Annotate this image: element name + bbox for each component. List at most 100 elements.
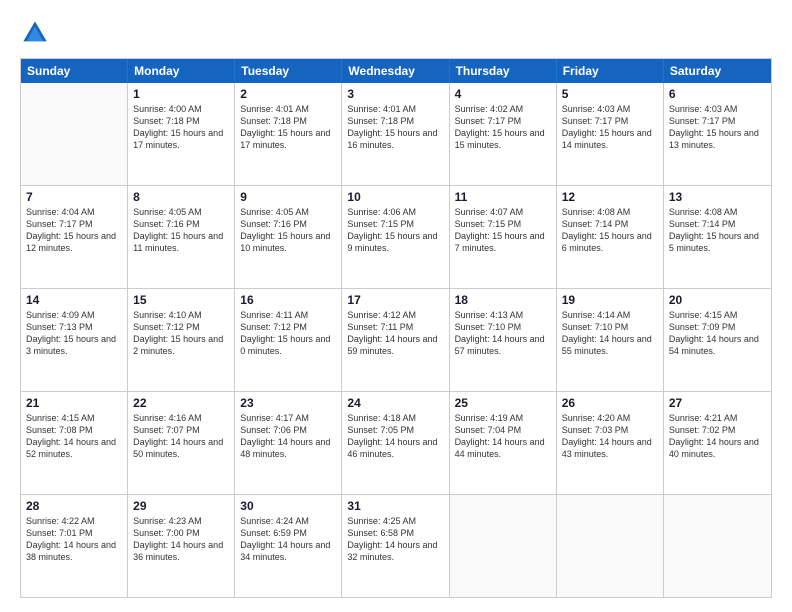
day-header-sunday: Sunday <box>21 59 128 83</box>
week-row-1: 1 Sunrise: 4:00 AM Sunset: 7:18 PM Daylig… <box>21 83 771 185</box>
cal-cell-5-2: 29 Sunrise: 4:23 AM Sunset: 7:00 PM Dayli… <box>128 495 235 597</box>
day-number: 16 <box>240 293 336 307</box>
day-detail: Sunrise: 4:16 AM Sunset: 7:07 PM Dayligh… <box>133 412 229 461</box>
cal-cell-3-6: 19 Sunrise: 4:14 AM Sunset: 7:10 PM Dayli… <box>557 289 664 391</box>
day-detail: Sunrise: 4:14 AM Sunset: 7:10 PM Dayligh… <box>562 309 658 358</box>
day-number: 26 <box>562 396 658 410</box>
day-detail: Sunrise: 4:09 AM Sunset: 7:13 PM Dayligh… <box>26 309 122 358</box>
day-detail: Sunrise: 4:08 AM Sunset: 7:14 PM Dayligh… <box>562 206 658 255</box>
day-number: 22 <box>133 396 229 410</box>
day-number: 2 <box>240 87 336 101</box>
day-number: 19 <box>562 293 658 307</box>
day-number: 27 <box>669 396 766 410</box>
day-number: 10 <box>347 190 443 204</box>
day-detail: Sunrise: 4:23 AM Sunset: 7:00 PM Dayligh… <box>133 515 229 564</box>
day-number: 8 <box>133 190 229 204</box>
cal-cell-1-6: 5 Sunrise: 4:03 AM Sunset: 7:17 PM Daylig… <box>557 83 664 185</box>
day-detail: Sunrise: 4:19 AM Sunset: 7:04 PM Dayligh… <box>455 412 551 461</box>
day-detail: Sunrise: 4:02 AM Sunset: 7:17 PM Dayligh… <box>455 103 551 152</box>
week-row-4: 21 Sunrise: 4:15 AM Sunset: 7:08 PM Dayli… <box>21 391 771 494</box>
cal-cell-2-2: 8Sunrise: 4:05 AM Sunset: 7:16 PM Daylig… <box>128 186 235 288</box>
day-detail: Sunrise: 4:10 AM Sunset: 7:12 PM Dayligh… <box>133 309 229 358</box>
day-number: 21 <box>26 396 122 410</box>
cal-cell-2-6: 12 Sunrise: 4:08 AM Sunset: 7:14 PM Dayli… <box>557 186 664 288</box>
day-number: 18 <box>455 293 551 307</box>
day-number: 3 <box>347 87 443 101</box>
day-detail: Sunrise: 4:18 AM Sunset: 7:05 PM Dayligh… <box>347 412 443 461</box>
cal-cell-1-4: 3Sunrise: 4:01 AM Sunset: 7:18 PM Daylig… <box>342 83 449 185</box>
cal-cell-1-5: 4 Sunrise: 4:02 AM Sunset: 7:17 PM Daylig… <box>450 83 557 185</box>
day-detail: Sunrise: 4:00 AM Sunset: 7:18 PM Dayligh… <box>133 103 229 152</box>
cal-cell-3-1: 14Sunrise: 4:09 AM Sunset: 7:13 PM Dayli… <box>21 289 128 391</box>
day-detail: Sunrise: 4:13 AM Sunset: 7:10 PM Dayligh… <box>455 309 551 358</box>
week-row-5: 28 Sunrise: 4:22 AM Sunset: 7:01 PM Dayli… <box>21 494 771 597</box>
day-number: 20 <box>669 293 766 307</box>
day-detail: Sunrise: 4:08 AM Sunset: 7:14 PM Dayligh… <box>669 206 766 255</box>
cal-cell-5-5 <box>450 495 557 597</box>
day-number: 25 <box>455 396 551 410</box>
day-header-saturday: Saturday <box>664 59 771 83</box>
day-number: 24 <box>347 396 443 410</box>
cal-cell-3-2: 15 Sunrise: 4:10 AM Sunset: 7:12 PM Dayli… <box>128 289 235 391</box>
logo <box>20 18 56 48</box>
day-number: 23 <box>240 396 336 410</box>
cal-cell-5-6 <box>557 495 664 597</box>
cal-cell-3-4: 17 Sunrise: 4:12 AM Sunset: 7:11 PM Dayli… <box>342 289 449 391</box>
day-detail: Sunrise: 4:01 AM Sunset: 7:18 PM Dayligh… <box>240 103 336 152</box>
header <box>20 18 772 48</box>
cal-cell-4-4: 24 Sunrise: 4:18 AM Sunset: 7:05 PM Dayli… <box>342 392 449 494</box>
day-detail: Sunrise: 4:15 AM Sunset: 7:09 PM Dayligh… <box>669 309 766 358</box>
day-detail: Sunrise: 4:24 AM Sunset: 6:59 PM Dayligh… <box>240 515 336 564</box>
page: SundayMondayTuesdayWednesdayThursdayFrid… <box>0 0 792 612</box>
day-detail: Sunrise: 4:11 AM Sunset: 7:12 PM Dayligh… <box>240 309 336 358</box>
cal-cell-3-5: 18 Sunrise: 4:13 AM Sunset: 7:10 PM Dayli… <box>450 289 557 391</box>
day-number: 15 <box>133 293 229 307</box>
cal-cell-4-5: 25 Sunrise: 4:19 AM Sunset: 7:04 PM Dayli… <box>450 392 557 494</box>
cal-cell-4-1: 21 Sunrise: 4:15 AM Sunset: 7:08 PM Dayli… <box>21 392 128 494</box>
cal-cell-4-2: 22 Sunrise: 4:16 AM Sunset: 7:07 PM Dayli… <box>128 392 235 494</box>
cal-cell-3-3: 16 Sunrise: 4:11 AM Sunset: 7:12 PM Dayli… <box>235 289 342 391</box>
day-number: 31 <box>347 499 443 513</box>
day-number: 12 <box>562 190 658 204</box>
cal-cell-2-5: 11Sunrise: 4:07 AM Sunset: 7:15 PM Dayli… <box>450 186 557 288</box>
cal-cell-2-4: 10 Sunrise: 4:06 AM Sunset: 7:15 PM Dayli… <box>342 186 449 288</box>
cal-cell-4-7: 27 Sunrise: 4:21 AM Sunset: 7:02 PM Dayli… <box>664 392 771 494</box>
week-row-3: 14Sunrise: 4:09 AM Sunset: 7:13 PM Dayli… <box>21 288 771 391</box>
cal-cell-5-7 <box>664 495 771 597</box>
day-header-friday: Friday <box>557 59 664 83</box>
day-number: 30 <box>240 499 336 513</box>
calendar: SundayMondayTuesdayWednesdayThursdayFrid… <box>20 58 772 598</box>
day-detail: Sunrise: 4:04 AM Sunset: 7:17 PM Dayligh… <box>26 206 122 255</box>
day-number: 9 <box>240 190 336 204</box>
day-number: 6 <box>669 87 766 101</box>
calendar-header: SundayMondayTuesdayWednesdayThursdayFrid… <box>21 59 771 83</box>
cal-cell-1-3: 2 Sunrise: 4:01 AM Sunset: 7:18 PM Daylig… <box>235 83 342 185</box>
week-row-2: 7 Sunrise: 4:04 AM Sunset: 7:17 PM Daylig… <box>21 185 771 288</box>
day-header-monday: Monday <box>128 59 235 83</box>
day-detail: Sunrise: 4:21 AM Sunset: 7:02 PM Dayligh… <box>669 412 766 461</box>
day-detail: Sunrise: 4:17 AM Sunset: 7:06 PM Dayligh… <box>240 412 336 461</box>
day-detail: Sunrise: 4:22 AM Sunset: 7:01 PM Dayligh… <box>26 515 122 564</box>
day-detail: Sunrise: 4:03 AM Sunset: 7:17 PM Dayligh… <box>562 103 658 152</box>
day-number: 1 <box>133 87 229 101</box>
cal-cell-5-3: 30 Sunrise: 4:24 AM Sunset: 6:59 PM Dayli… <box>235 495 342 597</box>
day-detail: Sunrise: 4:15 AM Sunset: 7:08 PM Dayligh… <box>26 412 122 461</box>
cal-cell-4-3: 23 Sunrise: 4:17 AM Sunset: 7:06 PM Dayli… <box>235 392 342 494</box>
cal-cell-3-7: 20 Sunrise: 4:15 AM Sunset: 7:09 PM Dayli… <box>664 289 771 391</box>
cal-cell-1-7: 6Sunrise: 4:03 AM Sunset: 7:17 PM Daylig… <box>664 83 771 185</box>
day-detail: Sunrise: 4:20 AM Sunset: 7:03 PM Dayligh… <box>562 412 658 461</box>
day-detail: Sunrise: 4:12 AM Sunset: 7:11 PM Dayligh… <box>347 309 443 358</box>
day-detail: Sunrise: 4:05 AM Sunset: 7:16 PM Dayligh… <box>240 206 336 255</box>
day-header-thursday: Thursday <box>450 59 557 83</box>
day-detail: Sunrise: 4:25 AM Sunset: 6:58 PM Dayligh… <box>347 515 443 564</box>
day-number: 4 <box>455 87 551 101</box>
day-number: 17 <box>347 293 443 307</box>
day-number: 13 <box>669 190 766 204</box>
day-number: 7 <box>26 190 122 204</box>
day-number: 28 <box>26 499 122 513</box>
logo-icon <box>20 18 50 48</box>
day-number: 5 <box>562 87 658 101</box>
cal-cell-2-3: 9 Sunrise: 4:05 AM Sunset: 7:16 PM Daylig… <box>235 186 342 288</box>
day-detail: Sunrise: 4:06 AM Sunset: 7:15 PM Dayligh… <box>347 206 443 255</box>
day-number: 29 <box>133 499 229 513</box>
